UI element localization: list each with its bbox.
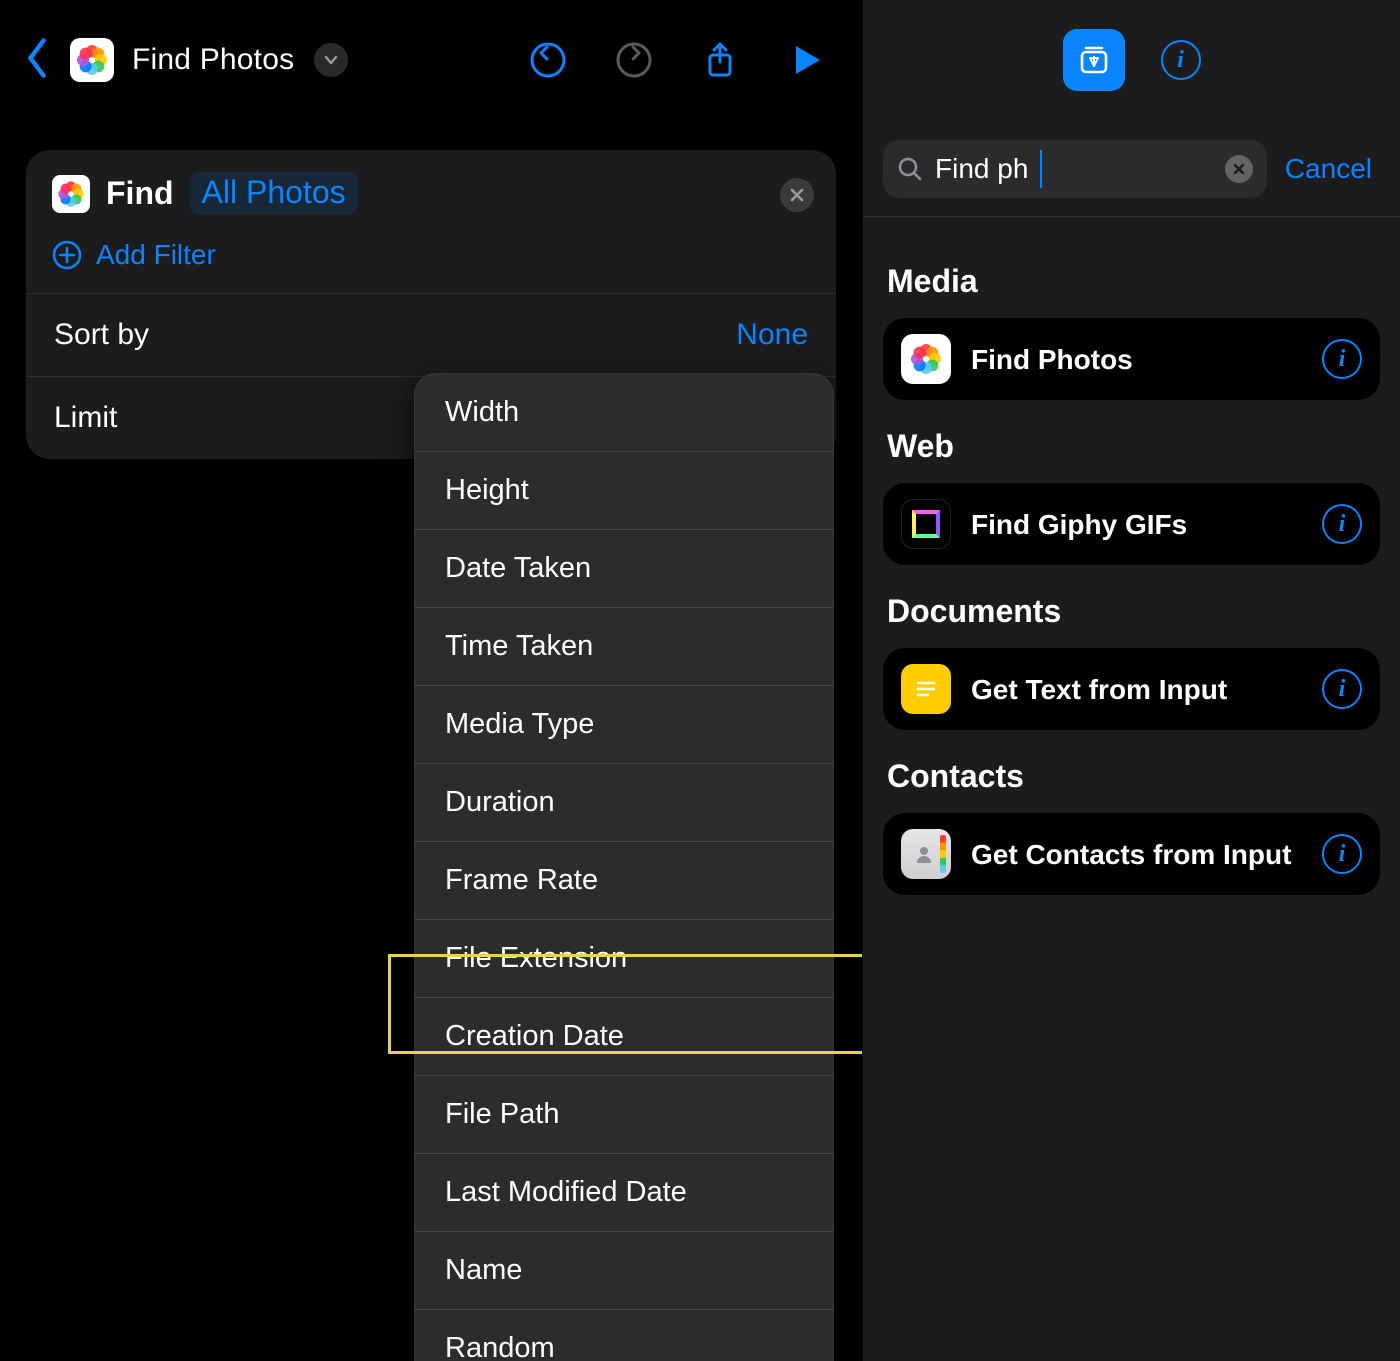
- sort-option-time-taken[interactable]: Time Taken: [415, 608, 833, 686]
- editor-toolbar: Find Photos: [0, 0, 862, 120]
- cancel-search-button[interactable]: Cancel: [1285, 153, 1380, 185]
- sort-option-media-type[interactable]: Media Type: [415, 686, 833, 764]
- action-info-button[interactable]: i: [1322, 669, 1362, 709]
- shortcut-app-icon: [70, 38, 114, 82]
- search-input-value: Find ph: [935, 153, 1028, 185]
- action-result-label: Get Contacts from Input: [971, 837, 1302, 872]
- action-result-label: Find Photos: [971, 342, 1302, 377]
- action-header: Find All Photos: [26, 150, 836, 229]
- sort-option-file-path[interactable]: File Path: [415, 1076, 833, 1154]
- actions-library-tab[interactable]: [1063, 29, 1125, 91]
- all-photos-token[interactable]: All Photos: [190, 172, 358, 215]
- search-field[interactable]: Find ph: [883, 140, 1267, 198]
- info-tab[interactable]: i: [1161, 40, 1201, 80]
- title-menu-button[interactable]: [314, 43, 348, 77]
- find-label: Find: [106, 175, 174, 212]
- right-toolbar: i: [863, 0, 1400, 120]
- editor-pane: Find Photos Find: [0, 0, 862, 1361]
- action-result-find-photos[interactable]: Find Photos i: [883, 318, 1380, 400]
- search-row: Find ph Cancel: [863, 120, 1400, 217]
- shortcut-title[interactable]: Find Photos: [132, 43, 294, 77]
- sort-option-random[interactable]: Random: [415, 1310, 833, 1361]
- sort-option-duration[interactable]: Duration: [415, 764, 833, 842]
- sort-option-date-taken[interactable]: Date Taken: [415, 530, 833, 608]
- run-button[interactable]: [772, 30, 840, 90]
- action-result-get-text-from-input[interactable]: Get Text from Input i: [883, 648, 1380, 730]
- action-result-label: Get Text from Input: [971, 672, 1302, 707]
- plus-circle-icon: [52, 240, 82, 270]
- clear-action-button[interactable]: [780, 178, 814, 212]
- actions-pane: i Find ph Cancel Media Find Photos i Web Fin…: [862, 0, 1400, 1361]
- action-result-get-contacts-from-input[interactable]: Get Contacts from Input i: [883, 813, 1380, 895]
- text-icon: [901, 664, 951, 714]
- section-title-media: Media: [887, 263, 1380, 300]
- add-filter-button[interactable]: Add Filter: [26, 229, 836, 293]
- action-info-button[interactable]: i: [1322, 834, 1362, 874]
- undo-button[interactable]: [514, 30, 582, 90]
- section-title-contacts: Contacts: [887, 758, 1380, 795]
- sort-option-last-modified-date[interactable]: Last Modified Date: [415, 1154, 833, 1232]
- sort-option-frame-rate[interactable]: Frame Rate: [415, 842, 833, 920]
- contacts-icon: [901, 829, 951, 879]
- sort-option-name[interactable]: Name: [415, 1232, 833, 1310]
- sort-options-popover: WidthHeightDate TakenTime TakenMedia Typ…: [414, 373, 834, 1361]
- search-icon: [897, 156, 923, 182]
- share-button[interactable]: [686, 30, 754, 90]
- back-button[interactable]: [22, 36, 52, 85]
- sort-by-row[interactable]: Sort by None: [26, 293, 836, 376]
- search-results: Media Find Photos i Web Find Giphy GIFs i Docu…: [863, 217, 1400, 895]
- redo-button[interactable]: [600, 30, 668, 90]
- section-title-documents: Documents: [887, 593, 1380, 630]
- action-info-button[interactable]: i: [1322, 504, 1362, 544]
- action-info-button[interactable]: i: [1322, 339, 1362, 379]
- sort-option-height[interactable]: Height: [415, 452, 833, 530]
- sort-by-label: Sort by: [54, 318, 149, 352]
- photos-icon: [52, 175, 90, 213]
- giphy-icon: [901, 499, 951, 549]
- action-result-find-giphy-gifs[interactable]: Find Giphy GIFs i: [883, 483, 1380, 565]
- photos-icon: [901, 334, 951, 384]
- sort-option-file-extension[interactable]: File Extension: [415, 920, 833, 998]
- action-result-label: Find Giphy GIFs: [971, 507, 1302, 542]
- text-cursor: [1040, 150, 1042, 188]
- clear-search-button[interactable]: [1225, 155, 1253, 183]
- sort-by-value[interactable]: None: [736, 318, 808, 352]
- section-title-web: Web: [887, 428, 1380, 465]
- sort-option-width[interactable]: Width: [415, 374, 833, 452]
- sort-option-creation-date[interactable]: Creation Date: [415, 998, 833, 1076]
- add-filter-label: Add Filter: [96, 239, 216, 271]
- limit-label: Limit: [54, 401, 117, 435]
